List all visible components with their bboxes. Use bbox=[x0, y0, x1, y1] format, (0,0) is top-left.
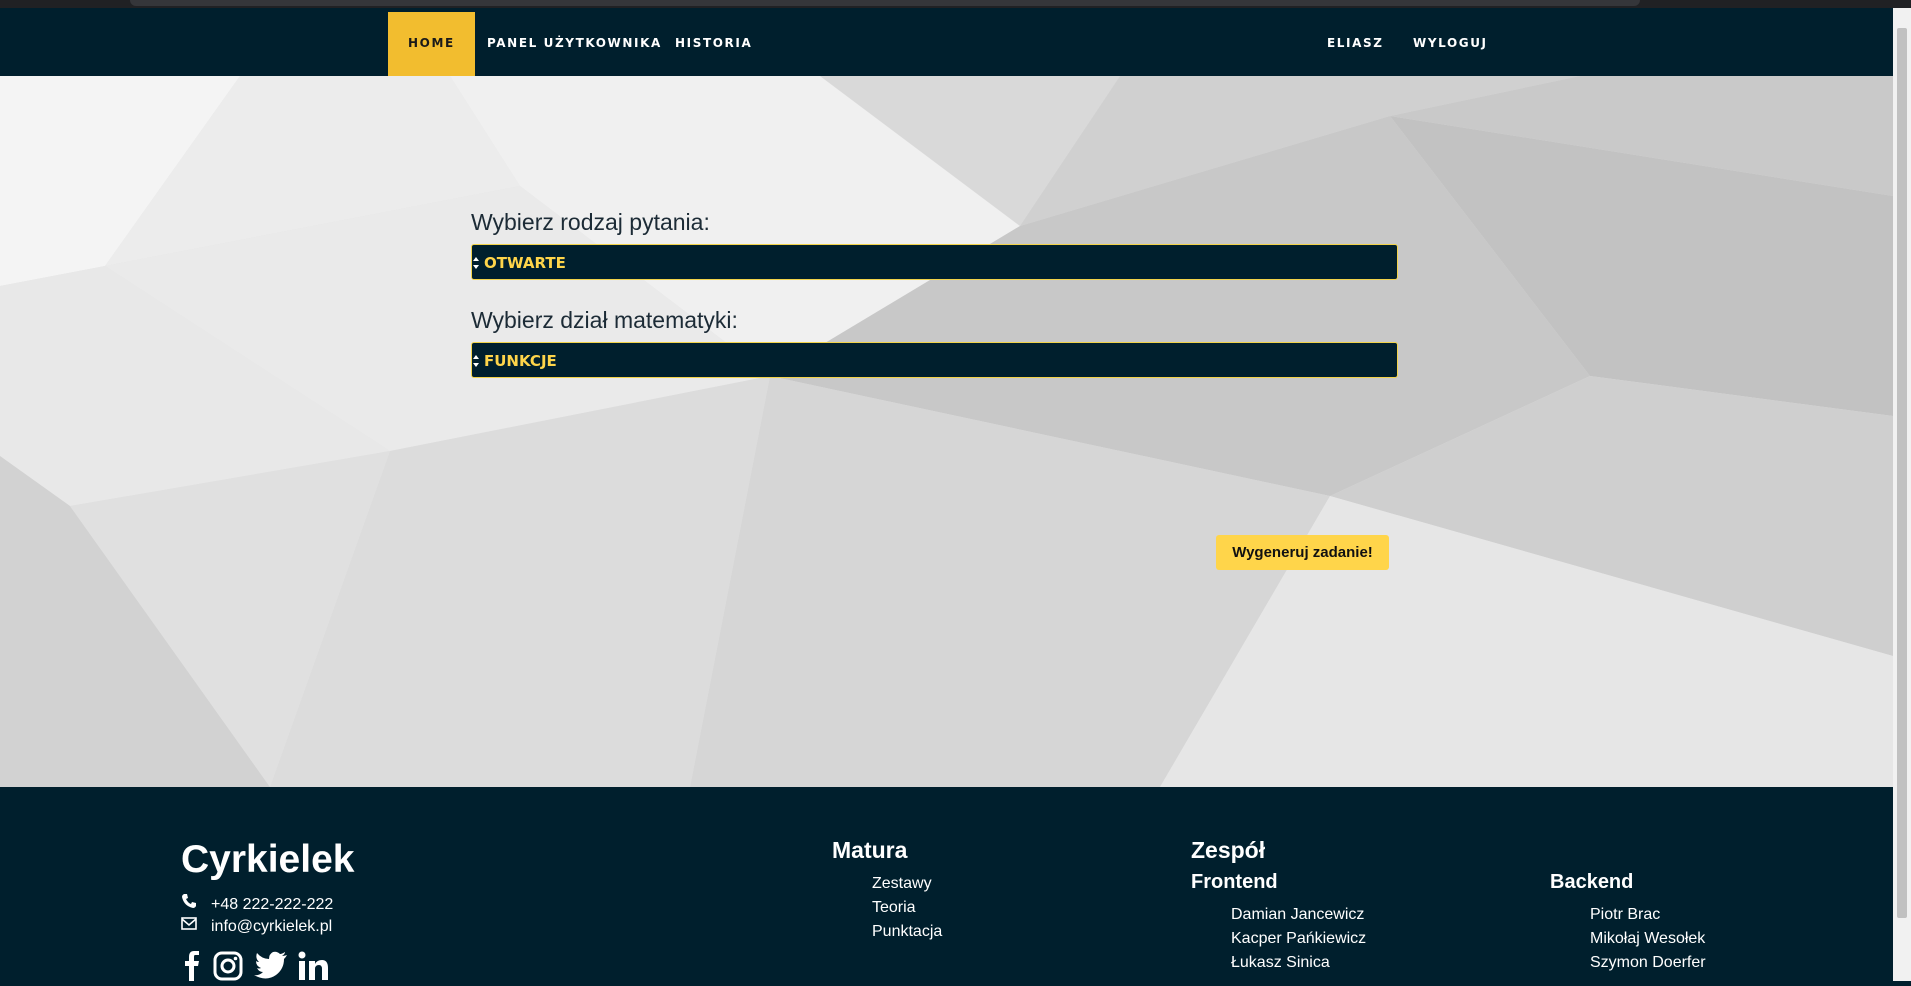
phone-icon bbox=[181, 893, 211, 914]
hero-section: Wybierz rodzaj pytania: OTWARTE Wybierz … bbox=[0, 76, 1893, 787]
math-section-select[interactable]: FUNKCJE bbox=[471, 342, 1398, 378]
nav-panel-uzytkownika[interactable]: PANEL UŻYTKOWNIKA bbox=[487, 8, 662, 76]
team-member: Mikołaj Wesołek bbox=[1590, 930, 1706, 947]
page-scrollbar[interactable] bbox=[1893, 8, 1911, 981]
footer: Cyrkielek +48 222-222-222 info@cyrkielek… bbox=[0, 787, 1893, 981]
footer-link-teoria[interactable]: Teoria bbox=[872, 899, 916, 917]
nav-home[interactable]: HOME bbox=[388, 12, 475, 76]
team-member: Kacper Pańkiewicz bbox=[1231, 930, 1367, 947]
footer-email: info@cyrkielek.pl bbox=[181, 917, 332, 936]
linkedin-icon[interactable] bbox=[298, 951, 329, 981]
question-type-select[interactable]: OTWARTE bbox=[471, 244, 1398, 280]
footer-phone-text: +48 222-222-222 bbox=[211, 896, 334, 913]
instagram-icon[interactable] bbox=[213, 951, 243, 981]
select-arrows-icon bbox=[473, 355, 479, 367]
backend-heading: Backend bbox=[1550, 871, 1634, 893]
footer-phone: +48 222-222-222 bbox=[181, 893, 333, 914]
matura-heading: Matura bbox=[832, 837, 908, 863]
math-section-label: Wybierz dział matematyki: bbox=[471, 307, 738, 333]
footer-email-text[interactable]: info@cyrkielek.pl bbox=[211, 918, 332, 935]
browser-chrome bbox=[0, 0, 1911, 8]
address-bar[interactable] bbox=[130, 0, 1640, 6]
select-arrows-icon bbox=[473, 257, 479, 269]
nav-wyloguj[interactable]: WYLOGUJ bbox=[1413, 8, 1488, 76]
generate-task-button[interactable]: Wygeneruj zadanie! bbox=[1216, 535, 1389, 570]
footer-link-punktacja[interactable]: Punktacja bbox=[872, 923, 942, 941]
scrollbar-thumb[interactable] bbox=[1897, 28, 1907, 918]
nav-historia[interactable]: HISTORIA bbox=[675, 8, 752, 76]
question-type-label: Wybierz rodzaj pytania: bbox=[471, 209, 710, 235]
low-poly-background bbox=[0, 76, 1893, 787]
team-member: Piotr Brac bbox=[1590, 906, 1661, 923]
team-heading: Zespół bbox=[1191, 837, 1266, 863]
team-member: Łukasz Sinica bbox=[1231, 954, 1330, 971]
footer-link-zestawy[interactable]: Zestawy bbox=[872, 875, 932, 893]
envelope-icon bbox=[181, 917, 211, 936]
team-member: Szymon Doerfer bbox=[1590, 954, 1706, 971]
footer-brand: Cyrkielek bbox=[181, 838, 355, 881]
team-member: Damian Jancewicz bbox=[1231, 906, 1365, 923]
frontend-heading: Frontend bbox=[1191, 871, 1278, 893]
nav-user-eliasz[interactable]: ELIASZ bbox=[1327, 8, 1384, 76]
facebook-icon[interactable] bbox=[181, 951, 203, 981]
math-section-value: FUNKCJE bbox=[484, 352, 557, 370]
question-type-value: OTWARTE bbox=[484, 254, 566, 272]
twitter-icon[interactable] bbox=[253, 951, 288, 981]
top-navbar: HOME PANEL UŻYTKOWNIKA HISTORIA ELIASZ W… bbox=[0, 8, 1893, 76]
